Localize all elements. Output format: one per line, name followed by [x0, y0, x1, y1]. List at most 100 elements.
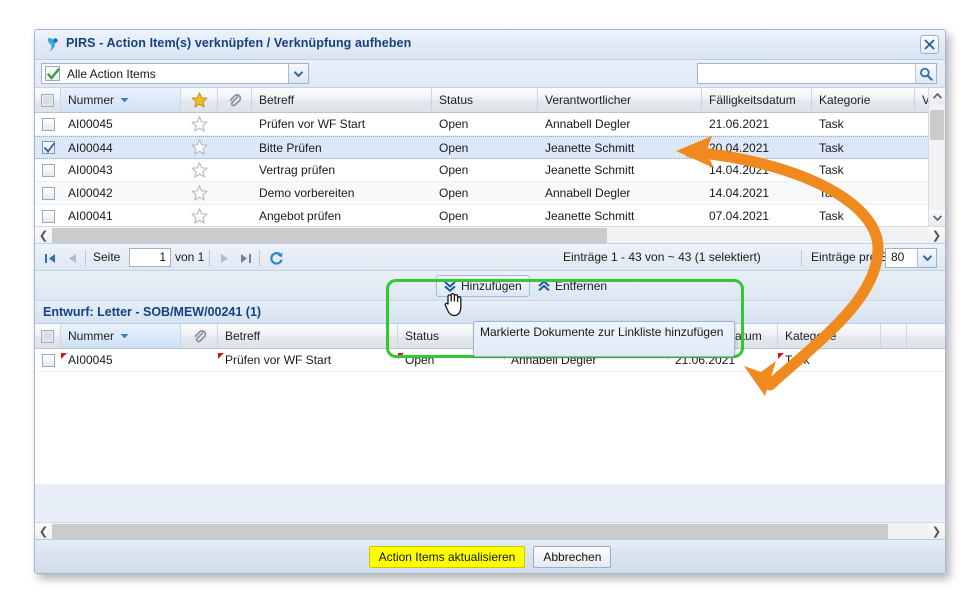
tooltip-text: Markierte Dokumente zur Linkliste hinzuf…: [480, 325, 723, 339]
star-outline-icon[interactable]: [191, 139, 208, 156]
star-outline-icon[interactable]: [191, 185, 208, 202]
hscroll-track[interactable]: [52, 227, 928, 244]
cell-text: Annabell Degler: [545, 186, 630, 200]
row-checkbox[interactable]: [42, 187, 55, 200]
magnifier-icon[interactable]: [915, 64, 936, 83]
column-header-ve[interactable]: Ve: [915, 88, 928, 112]
cell-text: Bitte Prüfen: [259, 141, 322, 155]
filter-bar: Alle Action Items: [35, 60, 945, 88]
prev-page-icon[interactable]: [63, 249, 81, 267]
column-header-label: Kategorie: [819, 93, 870, 107]
column-header-status[interactable]: Status: [432, 88, 538, 112]
remove-button-label: Entfernen: [555, 279, 607, 293]
table-row[interactable]: AI00041Angebot prüfenOpenJeanette Schmit…: [35, 205, 928, 226]
column-header-label: Betreff: [225, 329, 260, 343]
row-checkbox[interactable]: [42, 141, 55, 154]
cell-text: Open: [439, 117, 468, 131]
search-input[interactable]: [698, 64, 915, 83]
cell-check[interactable]: [35, 187, 61, 200]
cell-verantwortlicher: Jeanette Schmitt: [538, 209, 702, 223]
column-header-attachment[interactable]: [181, 324, 218, 348]
cell-text: Prüfen vor WF Start: [225, 353, 331, 367]
link-toolbar: Hinzufügen Entfernen: [35, 271, 945, 301]
search-box[interactable]: [697, 63, 937, 84]
cell-text: Task: [819, 186, 844, 200]
cell-check[interactable]: [35, 210, 61, 223]
scroll-left-icon[interactable]: ❮: [35, 523, 52, 540]
column-header-verantwortlicher[interactable]: Verantwortlicher: [538, 88, 702, 112]
table-row[interactable]: AI00043Vertrag prüfenOpenJeanette Schmit…: [35, 159, 928, 182]
column-header-attachment[interactable]: [218, 88, 252, 112]
chevron-down-icon[interactable]: [288, 64, 308, 83]
cancel-button-label: Abbrechen: [543, 550, 601, 564]
last-page-icon[interactable]: [237, 249, 255, 267]
sort-desc-icon: [120, 333, 129, 339]
hscrollbar-thumb[interactable]: [52, 228, 607, 243]
column-header-kategorie[interactable]: Kategorie: [812, 88, 915, 112]
scroll-up-icon[interactable]: [929, 88, 945, 104]
cell-betreff: Bitte Prüfen: [252, 141, 432, 155]
scroll-right-icon[interactable]: ❯: [928, 227, 945, 244]
cell-betreff: Prüfen vor WF Start: [218, 353, 398, 367]
page-number-input[interactable]: 1: [129, 248, 171, 267]
cell-check[interactable]: [35, 164, 61, 177]
grid-horizontal-scrollbar[interactable]: ❮ ❯: [35, 226, 945, 243]
star-outline-icon[interactable]: [191, 116, 208, 133]
star-outline-icon[interactable]: [191, 208, 208, 225]
chevron-down-icon[interactable]: [917, 249, 936, 267]
update-action-items-button[interactable]: Action Items aktualisieren: [369, 546, 526, 568]
sub-panel-title: Entwurf: Letter - SOB/MEW/00241 (1): [43, 305, 261, 319]
column-header-nummer[interactable]: Nummer: [61, 88, 181, 112]
action-items-filter-select[interactable]: Alle Action Items: [41, 63, 309, 84]
scroll-down-icon[interactable]: [929, 210, 945, 226]
row-checkbox[interactable]: [42, 354, 55, 367]
first-page-icon[interactable]: [41, 249, 59, 267]
cell-nummer: AI00041: [61, 209, 181, 223]
row-checkbox[interactable]: [42, 118, 55, 131]
cell-check[interactable]: [35, 118, 61, 131]
cell-check[interactable]: [35, 141, 61, 154]
scrollbar-thumb[interactable]: [930, 110, 944, 140]
row-checkbox[interactable]: [42, 210, 55, 223]
scroll-left-icon[interactable]: ❮: [35, 227, 52, 244]
vertical-scrollbar[interactable]: [928, 88, 945, 226]
cell-text: Open: [439, 163, 468, 177]
table-row[interactable]: AI00044Bitte PrüfenOpenJeanette Schmitt2…: [35, 136, 928, 159]
scroll-right-icon[interactable]: ❯: [928, 523, 945, 540]
sub-grid-horizontal-scrollbar[interactable]: ❮ ❯: [35, 522, 945, 539]
column-header-check[interactable]: [35, 324, 61, 348]
column-header-ve[interactable]: [881, 324, 907, 348]
paperclip-icon: [192, 329, 207, 344]
column-header-betreff[interactable]: Betreff: [218, 324, 398, 348]
sort-desc-icon: [120, 97, 129, 103]
table-row[interactable]: AI00045Prüfen vor WF StartOpenAnnabell D…: [35, 113, 928, 136]
column-header-label: Fälligkeitsdatum: [709, 93, 796, 107]
page-of-label: von 1: [175, 250, 204, 264]
close-button[interactable]: [920, 35, 939, 54]
hscrollbar-thumb[interactable]: [52, 524, 888, 539]
column-header-check[interactable]: [35, 88, 61, 112]
next-page-icon[interactable]: [215, 249, 233, 267]
column-header-betreff[interactable]: Betreff: [252, 88, 432, 112]
column-header-nummer[interactable]: Nummer: [61, 324, 181, 348]
cell-kategorie: Task: [812, 141, 915, 155]
cell-status: Open: [432, 186, 538, 200]
entries-per-page-select[interactable]: 80: [885, 248, 937, 268]
cell-kategorie: Task: [812, 117, 915, 131]
column-header-favorite[interactable]: [181, 88, 218, 112]
cell-text: Vertrag prüfen: [259, 163, 335, 177]
refresh-icon[interactable]: [267, 249, 285, 267]
row-checkbox[interactable]: [42, 164, 55, 177]
column-header-label: Betreff: [259, 93, 294, 107]
mouse-cursor-icon: [443, 291, 465, 322]
star-outline-icon[interactable]: [191, 162, 208, 179]
cell-text: Jeanette Schmitt: [545, 209, 634, 223]
remove-button[interactable]: Entfernen: [531, 275, 614, 297]
column-header-kategorie[interactable]: Kategorie: [778, 324, 881, 348]
paperclip-icon: [227, 93, 242, 108]
table-row[interactable]: AI00042Demo vorbereitenOpenAnnabell Degl…: [35, 182, 928, 205]
column-header-faelligkeitsdatum[interactable]: Fälligkeitsdatum: [702, 88, 812, 112]
cell-check[interactable]: [35, 354, 61, 367]
hscroll-track[interactable]: [52, 523, 928, 540]
cancel-button[interactable]: Abbrechen: [533, 546, 611, 568]
